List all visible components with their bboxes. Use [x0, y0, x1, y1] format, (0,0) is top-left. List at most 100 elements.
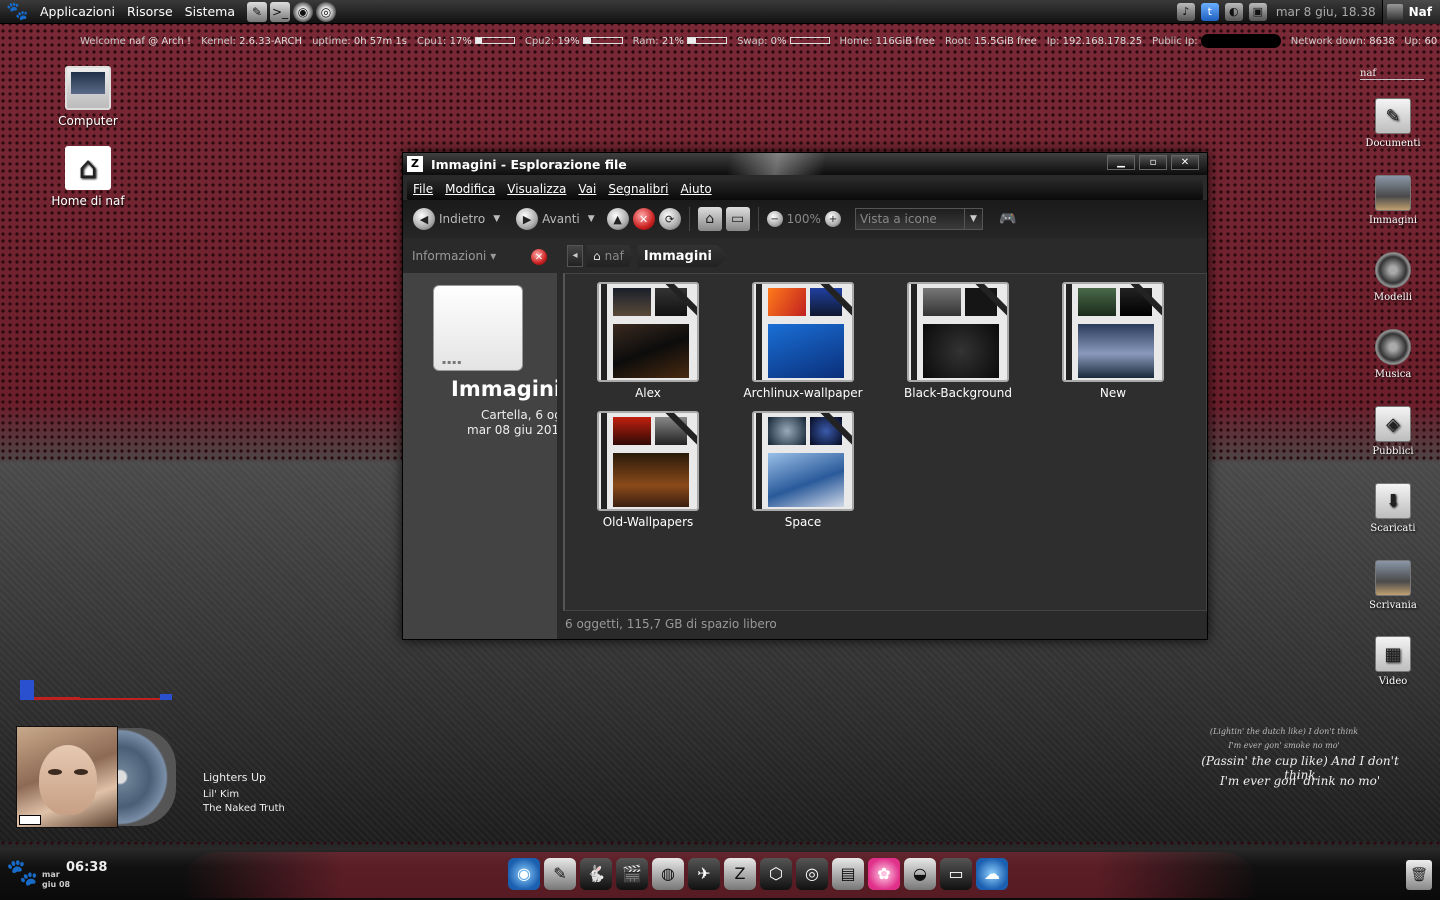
terminal-launcher-icon[interactable]: >_ [270, 1, 291, 22]
right-dock-documents[interactable]: ✎ Documenti [1360, 98, 1426, 149]
zoom-in-icon[interactable]: + [824, 211, 841, 227]
menu-system[interactable]: Sistema [179, 4, 241, 19]
steam-icon[interactable]: ◎ [796, 858, 828, 890]
right-dock-templates[interactable]: Modelli [1360, 252, 1426, 303]
conky-ip: Ip: 192.168.178.25 [1046, 35, 1143, 47]
back-history-dropdown[interactable]: ▼ [493, 214, 500, 224]
desktop-icon-home[interactable]: ⌂ Home di naf [33, 146, 143, 208]
cpu1-bar [474, 37, 515, 44]
display-icon[interactable]: ▣ [1248, 3, 1267, 21]
folder-item[interactable]: Old-Wallpapers [573, 411, 723, 529]
application-dock: ◉ ✎ 🐇 🎬 ◍ ✈ Z ⬡ ◎ ▤ ✿ ◒ ▭ ☁ [508, 858, 1008, 890]
browser-icon[interactable]: ◉ [508, 858, 540, 890]
text-editor-launcher-icon[interactable]: ✎ [247, 1, 268, 22]
menu-bookmarks[interactable]: Segnalibri [602, 182, 674, 196]
swap-bar [789, 37, 830, 44]
right-dock-desktop[interactable]: Scrivania [1360, 560, 1426, 611]
trash-icon[interactable]: 🗑 [1406, 860, 1432, 890]
video-clapper-icon[interactable]: 🎬 [616, 858, 648, 890]
back-arrow-icon: ◀ [413, 208, 435, 230]
maximize-button[interactable]: ▫ [1139, 155, 1167, 170]
home-button-icon[interactable]: ⌂ [697, 207, 722, 231]
right-dock-public[interactable]: ◈ Pubblici [1360, 406, 1426, 457]
folder-item[interactable]: Archlinux-wallpaper [728, 282, 878, 400]
folder-item[interactable]: New [1038, 282, 1188, 400]
window-menubar: File Modifica Visualizza Vai Segnalibri … [407, 178, 1203, 200]
folder-item[interactable]: Space [728, 411, 878, 529]
folder-large-icon [433, 285, 523, 371]
right-dock-music[interactable]: Musica [1360, 329, 1426, 380]
path-back-arrow-icon[interactable]: ◂ [567, 245, 583, 267]
gamepad-icon[interactable]: 🎮 [999, 211, 1016, 227]
bird-chat-icon[interactable]: ✈ [688, 858, 720, 890]
forward-button[interactable]: ▶ Avanti [512, 208, 584, 230]
disk-burner-icon[interactable]: ◒ [904, 858, 936, 890]
network-icon[interactable]: ◐ [1224, 3, 1243, 21]
zoom-out-icon[interactable]: − [766, 211, 783, 227]
back-button[interactable]: ◀ Indietro [409, 208, 489, 230]
bottom-clock-date: giu 08 [42, 880, 71, 889]
view-mode-select[interactable]: Vista a icone ▼ [854, 208, 983, 230]
album-cover[interactable] [16, 726, 118, 828]
breadcrumb-current[interactable]: Immagini [637, 245, 728, 267]
forward-history-dropdown[interactable]: ▼ [588, 214, 595, 224]
menu-file[interactable]: File [407, 182, 439, 196]
flower-icon[interactable]: ✿ [868, 858, 900, 890]
window-titlebar[interactable]: Z Immagini - Esplorazione file ▁ ▫ ✕ [403, 153, 1207, 175]
window-app-icon[interactable]: Z [407, 156, 423, 172]
filezilla-icon[interactable]: Z [724, 858, 756, 890]
status-bar: 6 oggetti, 115,7 GB di spazio libero [563, 613, 1207, 637]
menu-applications[interactable]: Applicazioni [34, 4, 121, 19]
gnome-foot-icon[interactable]: 🐾 [6, 1, 28, 23]
twitter-icon[interactable]: t [1200, 3, 1219, 21]
aperture-icon[interactable]: ◍ [652, 858, 684, 890]
text-editor-icon[interactable]: ✎ [544, 858, 576, 890]
minimize-button[interactable]: ▁ [1107, 155, 1135, 170]
window-controls: ▁ ▫ ✕ [1107, 155, 1199, 170]
reload-icon[interactable]: ⟳ [658, 208, 681, 230]
right-dock-pictures[interactable]: Immagini [1360, 175, 1426, 226]
bottom-clock-day: mar [42, 870, 60, 879]
close-button[interactable]: ✕ [1171, 155, 1199, 170]
bottom-clock-time: 06:38 [66, 860, 108, 875]
software-launcher-icon[interactable]: ◎ [316, 1, 337, 22]
folder-item[interactable]: Black-Background [883, 282, 1033, 400]
menu-help[interactable]: Aiuto [674, 182, 717, 196]
conky-home: Home: 116GiB free [839, 35, 935, 47]
rabbit-icon[interactable]: 🐇 [580, 858, 612, 890]
folder-thumbnail-icon [597, 411, 699, 511]
conky-network: Network down: 8638 Up: 60 [1290, 35, 1438, 47]
panel-launchers: ✎ >_ ◉ ◎ [247, 1, 337, 22]
user-menu[interactable]: Naf [1381, 0, 1440, 24]
package-icon[interactable]: ▤ [832, 858, 864, 890]
right-dock-videos[interactable]: ▦ Video [1360, 636, 1426, 687]
sidebar-header[interactable]: Informazioni ▾ ✕ [403, 239, 557, 273]
volume-icon[interactable]: ♪ [1176, 3, 1195, 21]
monitor-icon[interactable]: ▭ [940, 858, 972, 890]
browser-launcher-icon[interactable]: ◉ [293, 1, 314, 22]
sidebar-folder-date: mar 08 giu 2010 [467, 423, 557, 437]
menu-go[interactable]: Vai [572, 182, 602, 196]
breadcrumb-home[interactable]: ⌂ naf [587, 245, 634, 267]
desktop-icon-computer[interactable]: Computer [33, 66, 143, 128]
templates-icon [1375, 252, 1411, 288]
home-small-icon: ⌂ [593, 249, 601, 263]
virtualbox-icon[interactable]: ⬡ [760, 858, 792, 890]
videos-icon: ▦ [1375, 636, 1411, 672]
up-arrow-icon[interactable]: ▲ [606, 208, 629, 230]
gnome-foot-bottom-icon[interactable]: 🐾 [6, 858, 38, 888]
stop-icon[interactable]: ✕ [632, 208, 655, 230]
sidebar-close-icon[interactable]: ✕ [531, 249, 547, 265]
folder-thumbnail-icon [752, 282, 854, 382]
user-avatar-icon [1386, 4, 1403, 20]
icon-view: Alex Archlinux-wallpaper Black-Backgroun… [563, 273, 1207, 611]
menu-edit[interactable]: Modifica [439, 182, 501, 196]
zoom-level: 100% [786, 212, 821, 226]
folder-item[interactable]: Alex [573, 282, 723, 400]
right-dock-downloads[interactable]: ⬇ Scaricati [1360, 483, 1426, 534]
panel-clock[interactable]: mar 8 giu, 18.38 [1276, 5, 1376, 19]
weather-icon[interactable]: ☁ [976, 858, 1008, 890]
computer-button-icon[interactable]: ▭ [725, 207, 750, 231]
menu-view[interactable]: Visualizza [501, 182, 572, 196]
menu-places[interactable]: Risorse [121, 4, 179, 19]
